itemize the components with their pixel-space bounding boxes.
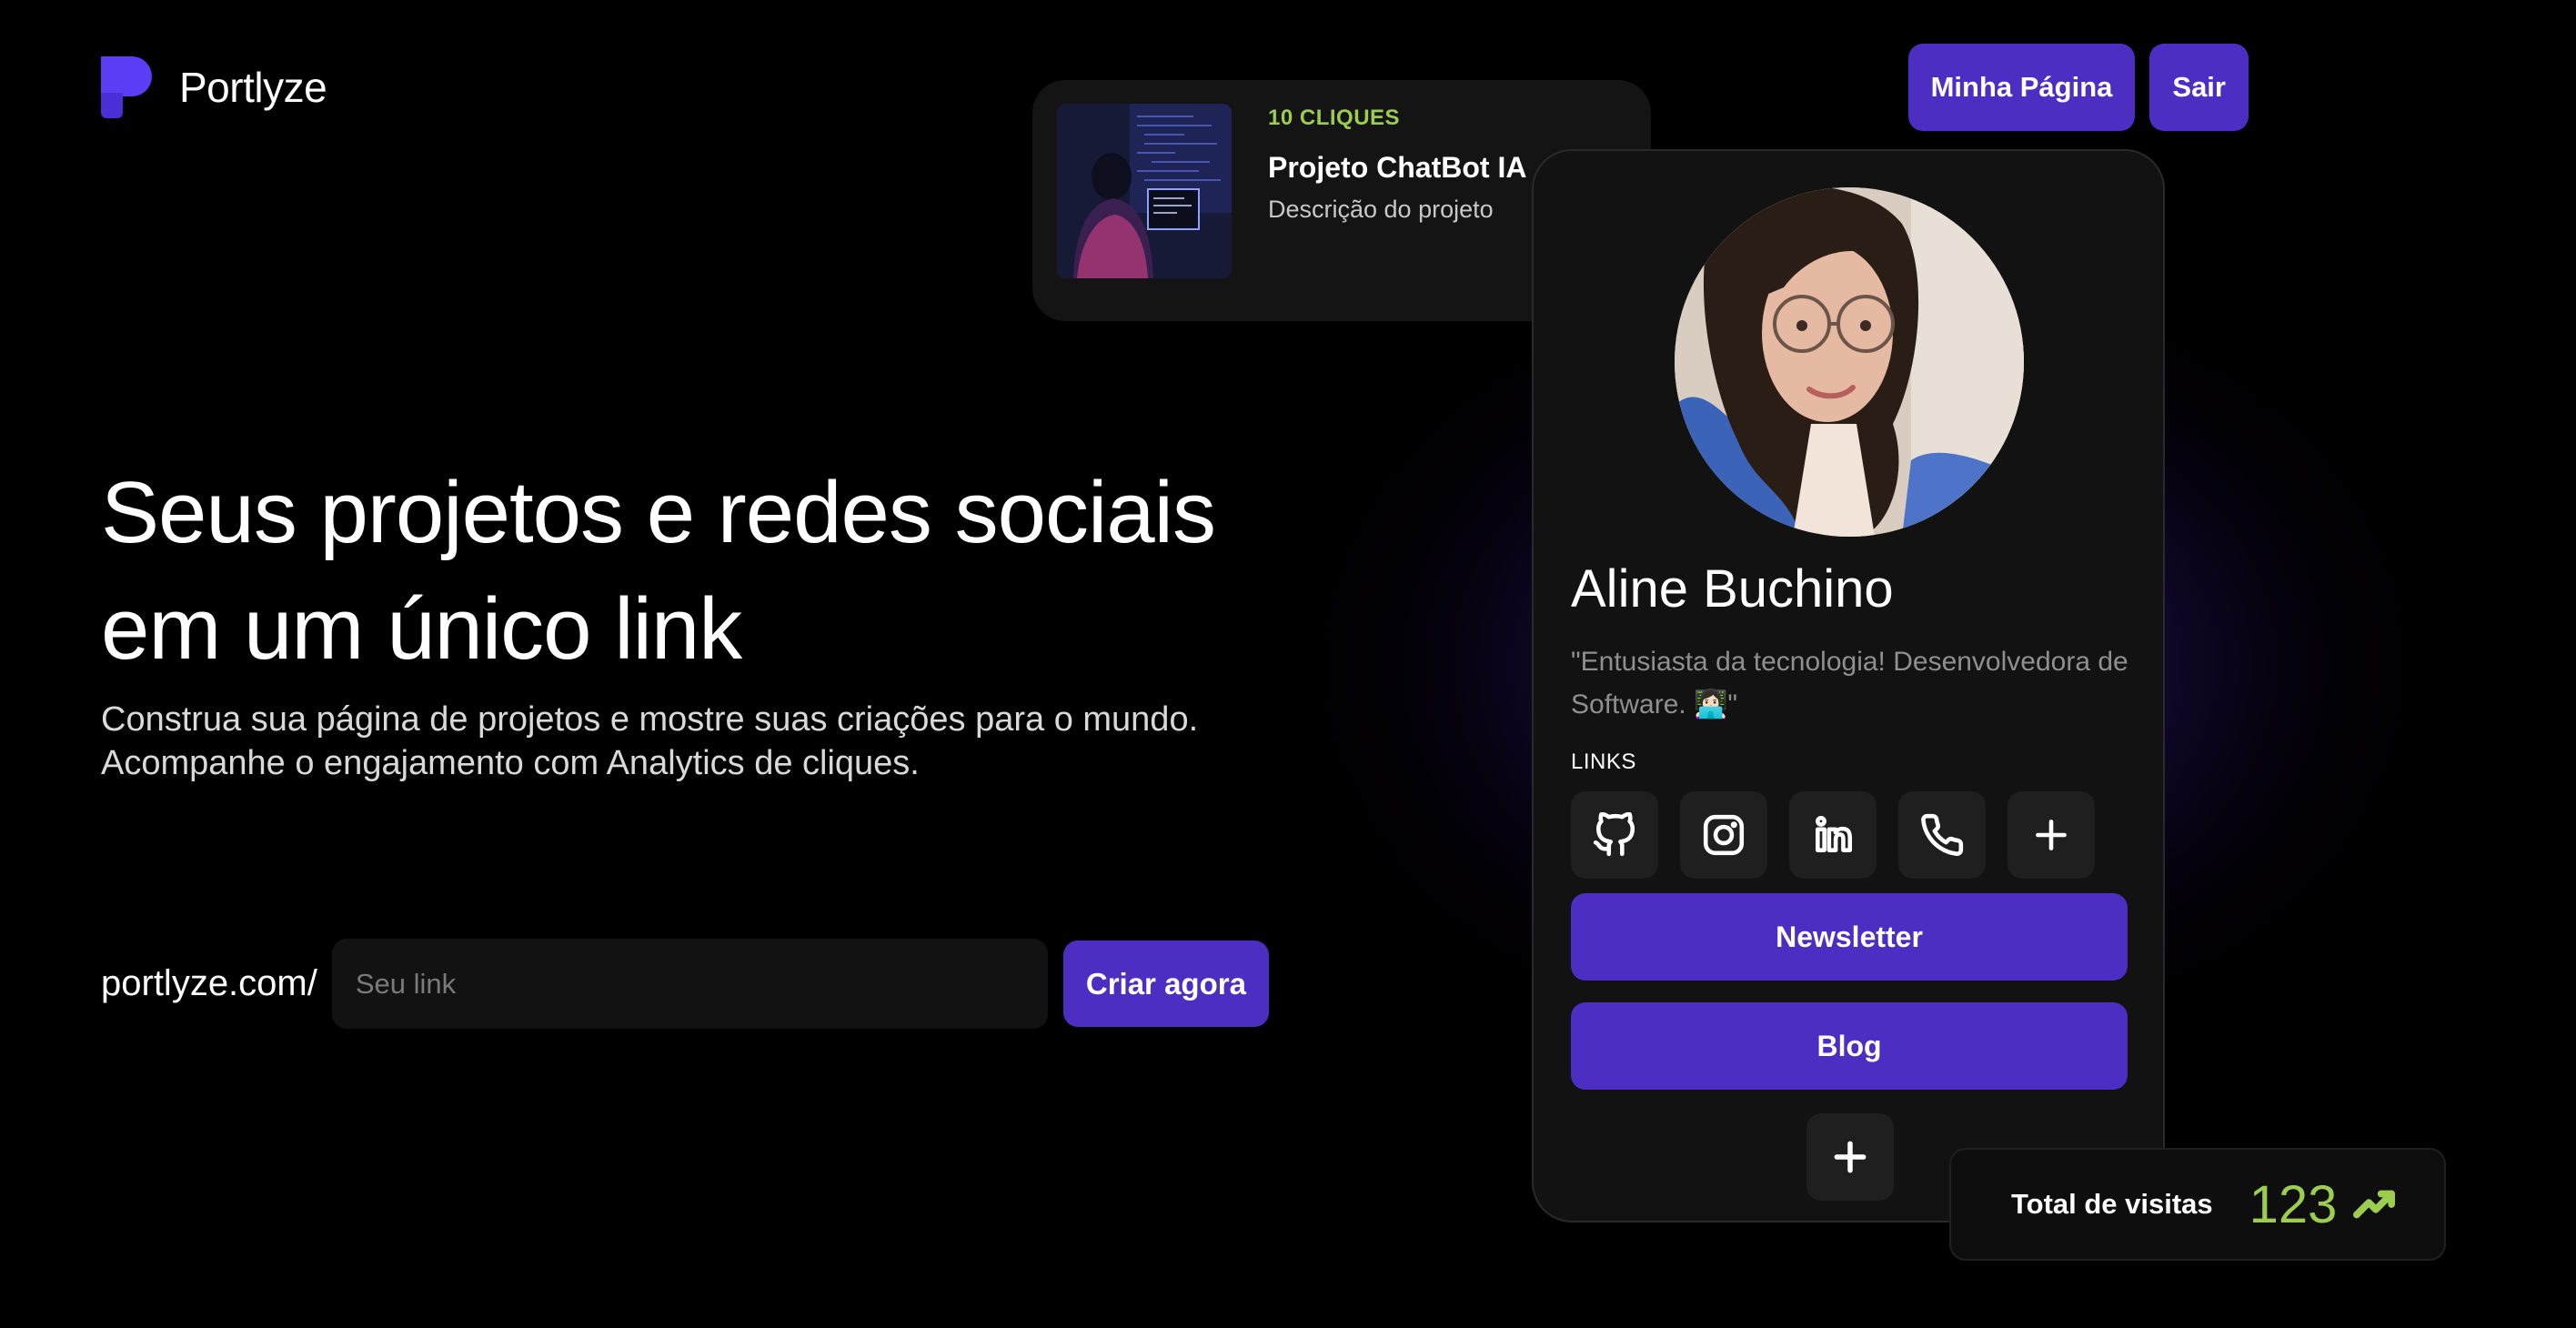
url-prefix: portlyze.com/: [101, 963, 317, 1003]
plus-icon: [1834, 1141, 1867, 1173]
add-link-button[interactable]: [1806, 1113, 1894, 1201]
profile-name: Aline Buchino: [1571, 559, 1894, 619]
total-visits-card: Total de visitas 123: [1949, 1148, 2446, 1261]
brand[interactable]: Portlyze: [101, 56, 327, 118]
avatar: [1675, 187, 2024, 537]
hero-subtitle-line-2: Acompanhe o engajamento com Analytics de…: [101, 744, 920, 782]
create-now-button[interactable]: Criar agora: [1062, 941, 1269, 1027]
trending-up-icon: [2353, 1190, 2396, 1219]
hero-title-line-1: Seus projetos e redes sociais: [101, 464, 1216, 561]
hero-title: Seus projetos e redes sociais em um únic…: [101, 455, 1374, 688]
instagram-icon: [1703, 814, 1745, 856]
profile-preview: Aline Buchino "Entusiasta da tecnologia!…: [1532, 149, 2165, 1222]
phone-icon: [1921, 813, 1964, 856]
brand-name: Portlyze: [179, 64, 327, 111]
create-link-form: portlyze.com/ Criar agora: [101, 939, 1269, 1029]
hero-subtitle-line-1: Construa sua página de projetos e mostre…: [101, 700, 1199, 739]
hero-subtitle: Construa sua página de projetos e mostre…: [101, 698, 1374, 785]
plus-icon: [2036, 820, 2067, 850]
blog-link-button[interactable]: Blog: [1571, 1002, 2128, 1090]
add-social-button[interactable]: [2007, 791, 2095, 879]
my-page-button[interactable]: Minha Página: [1907, 44, 2136, 131]
link-input[interactable]: [331, 939, 1048, 1029]
profile-bio: "Entusiasta da tecnologia! Desenvolvedor…: [1571, 647, 2128, 719]
github-icon: [1593, 812, 1635, 857]
project-thumbnail: [1057, 104, 1232, 278]
logo-icon: [101, 56, 152, 118]
hero-title-line-2: em um único link: [101, 580, 742, 678]
newsletter-link-button[interactable]: Newsletter: [1571, 893, 2128, 981]
linkedin-link[interactable]: [1789, 791, 1877, 879]
instagram-link[interactable]: [1680, 791, 1767, 879]
social-links: [1571, 791, 2095, 879]
visits-count: 123: [2249, 1174, 2338, 1234]
header-actions: Minha Página Sair: [1907, 44, 2249, 131]
project-clicks: 10 CLIQUES: [1268, 106, 1401, 130]
linkedin-icon: [1816, 815, 1853, 852]
phone-link[interactable]: [1898, 791, 1986, 879]
project-title: Projeto ChatBot IA: [1268, 151, 1527, 184]
links-label: LINKS: [1571, 750, 1636, 774]
github-link[interactable]: [1571, 791, 1658, 879]
visits-label: Total de visitas: [2011, 1188, 2213, 1220]
project-description: Descrição do projeto: [1268, 196, 1494, 223]
logout-button[interactable]: Sair: [2149, 44, 2249, 131]
